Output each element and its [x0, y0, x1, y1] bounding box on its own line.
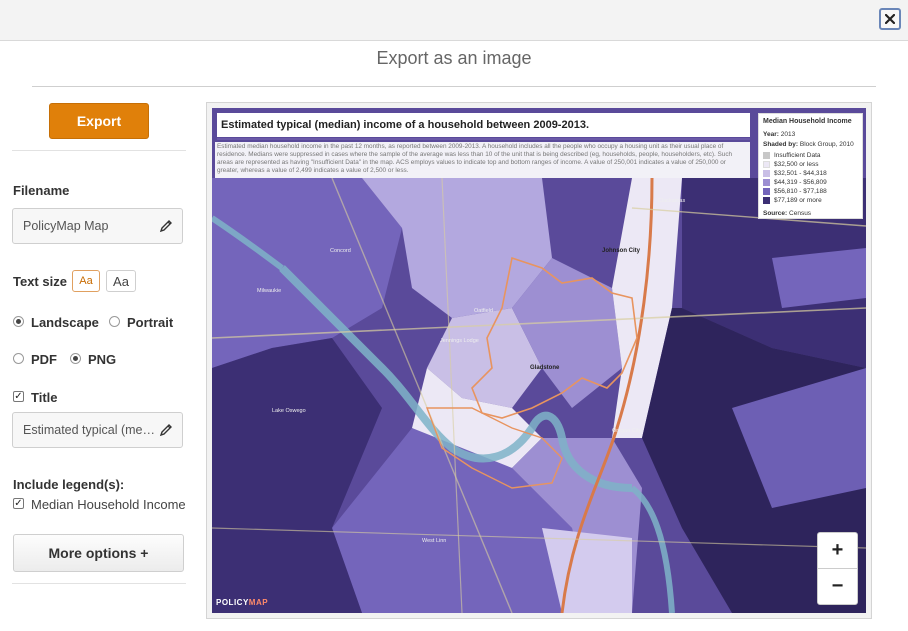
sidebar-divider [12, 150, 186, 151]
map-description: Estimated median household income in the… [217, 143, 733, 174]
portrait-radio[interactable] [109, 316, 120, 327]
pdf-label: PDF [31, 352, 57, 367]
legend-row: Insufficient Data [763, 151, 821, 159]
legend-title: Median Household Income [763, 118, 852, 125]
portrait-label: Portrait [127, 315, 174, 330]
landscape-label: Landscape [31, 315, 99, 330]
text-size-small-button[interactable]: Aa [72, 270, 100, 292]
place-label-oregon-city: Oregon City [612, 428, 642, 434]
legend-row: $44,319 - $56,809 [763, 178, 827, 186]
zoom-out-button[interactable]: − [818, 569, 857, 604]
filename-value: PolicyMap Map [23, 219, 109, 233]
close-button[interactable] [879, 8, 901, 30]
pencil-icon[interactable] [159, 219, 173, 233]
dialog-header-bar [0, 0, 908, 41]
zoom-control: + − [817, 532, 858, 605]
place-label-clackamas: Clackamas [658, 198, 686, 204]
include-legends-label: Include legend(s): [13, 477, 125, 492]
export-button[interactable]: Export [49, 103, 149, 139]
png-radio[interactable] [70, 353, 81, 364]
title-value: Estimated typical (median) income of a h… [23, 423, 155, 437]
png-label: PNG [88, 352, 117, 367]
text-size-label: Text size [13, 274, 67, 289]
policymap-logo: POLICYMAP [216, 598, 269, 607]
pencil-icon[interactable] [159, 423, 173, 437]
title-divider [32, 86, 876, 87]
filename-label: Filename [13, 183, 70, 198]
legend-row: $56,810 - $77,188 [763, 187, 827, 195]
place-label-gladstone: Gladstone [530, 365, 560, 371]
legend-shaded-by: Shaded by: Block Group, 2010 [763, 141, 854, 148]
place-label-west-linn: West Linn [422, 538, 447, 544]
more-options-button[interactable]: More options + [13, 534, 184, 572]
text-size-large-button[interactable]: Aa [106, 270, 136, 292]
legend-year: Year: 2013 [763, 131, 796, 138]
title-field[interactable]: Estimated typical (median) income of a h… [12, 412, 183, 448]
landscape-radio[interactable] [13, 316, 24, 327]
place-label-johnson-city: Johnson City [602, 248, 641, 254]
map-legend: Median Household Income Year: 2013 Shade… [758, 113, 863, 219]
title-check-label: Title [31, 390, 58, 405]
place-label-milwaukie: Milwaukie [257, 288, 282, 294]
filename-field[interactable]: PolicyMap Map [12, 208, 183, 244]
close-icon [885, 14, 895, 24]
sidebar-divider [12, 583, 186, 584]
map-title: Estimated typical (median) income of a h… [221, 119, 589, 131]
legend-checkbox[interactable]: ✓ [13, 498, 24, 509]
place-label-oatfield: Oatfield [474, 308, 493, 314]
map-canvas[interactable]: Johnson City Gladstone Clackamas Oatfiel… [212, 108, 866, 613]
legend-row: $32,500 or less [763, 160, 818, 168]
map-description-box: Estimated median household income in the… [215, 142, 750, 178]
pdf-radio[interactable] [13, 353, 24, 364]
zoom-in-button[interactable]: + [818, 533, 857, 569]
title-checkbox[interactable]: ✓ [13, 391, 24, 402]
place-label-jennings-lodge: Jennings Lodge [440, 338, 479, 344]
map-title-rule [217, 138, 750, 140]
legend-item-label: Median Household Income [31, 497, 186, 512]
place-label-lake-oswego: Lake Oswego [272, 408, 306, 414]
legend-row: $77,189 or more [763, 196, 822, 204]
legend-row: $32,501 - $44,318 [763, 169, 827, 177]
legend-source: Source: Census [763, 210, 812, 217]
map-title-box: Estimated typical (median) income of a h… [217, 113, 750, 137]
place-label-concord: Concord [330, 248, 351, 254]
dialog-title: Export as an image [376, 48, 532, 68]
